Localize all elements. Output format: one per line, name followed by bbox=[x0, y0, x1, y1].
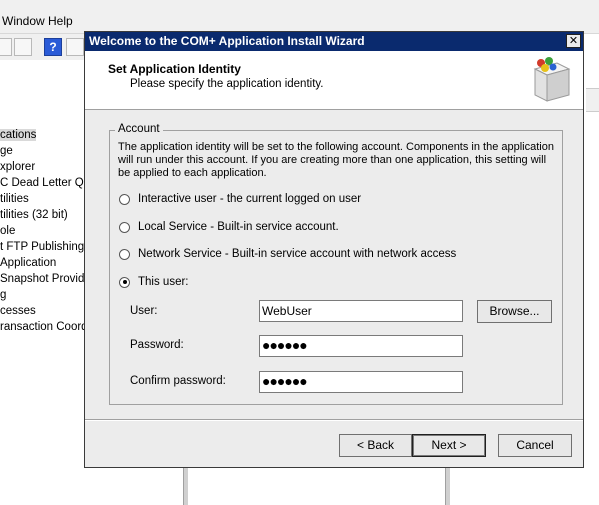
tree-item[interactable]: t FTP Publishing S bbox=[0, 241, 95, 253]
help-icon[interactable]: ? bbox=[44, 38, 62, 56]
password-label: Password: bbox=[130, 339, 184, 351]
dialog-title: Welcome to the COM+ Application Install … bbox=[89, 34, 365, 48]
right-pane bbox=[586, 60, 599, 505]
confirm-password-label: Confirm password: bbox=[130, 375, 226, 387]
tree-item[interactable]: tilities bbox=[0, 193, 29, 205]
refresh-icon[interactable] bbox=[14, 38, 32, 56]
password-field[interactable]: ●●●●●● bbox=[259, 335, 463, 357]
step-subtitle: Please specify the application identity. bbox=[130, 78, 324, 90]
menu-bar: Window Help bbox=[0, 0, 599, 34]
group-label: Account bbox=[115, 123, 163, 135]
radio-network-service[interactable]: Network Service - Built-in service accou… bbox=[119, 248, 456, 260]
divider bbox=[85, 419, 583, 421]
tree-item[interactable]: cesses bbox=[0, 305, 36, 317]
radio-local-service[interactable]: Local Service - Built-in service account… bbox=[119, 221, 339, 233]
radio-button[interactable] bbox=[119, 193, 130, 205]
tree-item[interactable]: Snapshot Provide bbox=[0, 273, 91, 285]
splitter[interactable] bbox=[183, 468, 188, 505]
radio-button[interactable] bbox=[119, 248, 130, 260]
confirm-password-field[interactable]: ●●●●●● bbox=[259, 371, 463, 393]
toolbar-button[interactable] bbox=[0, 38, 12, 56]
tree-item[interactable]: Application bbox=[0, 257, 56, 269]
close-icon[interactable]: ✕ bbox=[566, 34, 581, 48]
tree-item[interactable]: C Dead Letter Qu bbox=[0, 177, 90, 189]
right-pane-header bbox=[586, 88, 599, 112]
cancel-button[interactable]: Cancel bbox=[498, 434, 572, 457]
wizard-header: Set Application Identity Please specify … bbox=[85, 51, 583, 110]
splitter[interactable] bbox=[445, 468, 450, 505]
install-wizard-dialog: Welcome to the COM+ Application Install … bbox=[84, 31, 584, 468]
radio-button[interactable] bbox=[119, 221, 130, 233]
radio-label: This user: bbox=[138, 276, 189, 288]
tree-item[interactable]: ole bbox=[0, 225, 15, 237]
tree-item[interactable]: cations bbox=[0, 129, 37, 141]
tree-item[interactable]: xplorer bbox=[0, 161, 35, 173]
menu-window[interactable]: Window bbox=[2, 14, 45, 28]
radio-interactive-user[interactable]: Interactive user - the current logged on… bbox=[119, 193, 361, 205]
step-title: Set Application Identity bbox=[108, 62, 241, 76]
next-button[interactable]: Next > bbox=[412, 434, 486, 457]
radio-this-user[interactable]: This user: bbox=[119, 276, 189, 288]
browse-button[interactable]: Browse... bbox=[477, 300, 552, 323]
user-label: User: bbox=[130, 305, 158, 317]
toolbar: ? bbox=[0, 34, 86, 60]
back-button[interactable]: < Back bbox=[339, 434, 412, 457]
package-icon bbox=[533, 57, 571, 102]
tree-item[interactable]: tilities (32 bit) bbox=[0, 209, 68, 221]
tree-item[interactable]: ge bbox=[0, 145, 13, 157]
tree-item[interactable]: g bbox=[0, 289, 6, 301]
menu-help[interactable]: Help bbox=[48, 14, 73, 28]
radio-label: Interactive user - the current logged on… bbox=[138, 193, 362, 205]
toolbar-button[interactable] bbox=[66, 38, 84, 56]
title-bar[interactable]: Welcome to the COM+ Application Install … bbox=[85, 32, 583, 51]
tree-pane: cations ge xplorer C Dead Letter Qu tili… bbox=[0, 60, 95, 505]
account-description: The application identity will be set to … bbox=[118, 141, 554, 179]
radio-label: Local Service - Built-in service account… bbox=[138, 221, 339, 233]
radio-label: Network Service - Built-in service accou… bbox=[138, 248, 457, 260]
user-field[interactable]: WebUser bbox=[259, 300, 463, 322]
tree-item[interactable]: ransaction Coord bbox=[0, 321, 88, 333]
radio-button-selected[interactable] bbox=[119, 276, 130, 288]
